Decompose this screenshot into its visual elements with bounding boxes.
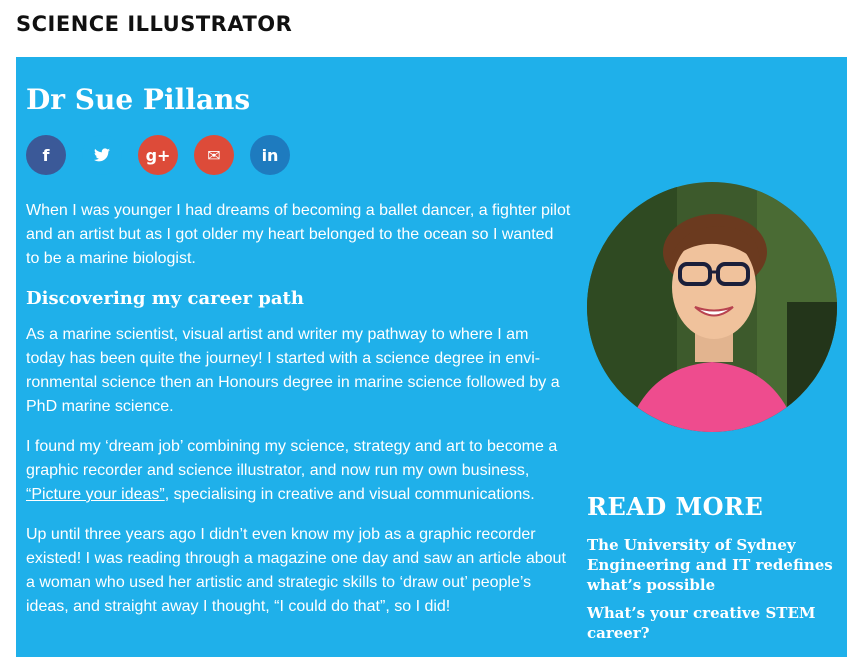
career-paragraph: As a marine scientist, visual artist and…	[26, 326, 560, 415]
linkedin-share-button[interactable]: in	[250, 135, 290, 175]
linkedin-icon: in	[261, 145, 279, 165]
page-title: SCIENCE ILLUSTRATOR	[16, 12, 293, 36]
read-more-section: READ MORE The University of Sydney Engin…	[587, 492, 842, 651]
dream-job-paragraph: I found my ‘dream job’ combining my scie…	[26, 435, 571, 507]
profile-photo	[587, 182, 837, 432]
social-share-bar: f g+ ✉ in	[26, 135, 290, 175]
profile-name: Dr Sue Pillans	[26, 83, 251, 116]
picture-your-ideas-link[interactable]: “Picture your ideas”	[26, 486, 165, 503]
section-heading: Discovering my career path	[26, 288, 304, 309]
facebook-share-button[interactable]: f	[26, 135, 66, 175]
google-plus-icon: g+	[145, 145, 171, 165]
read-more-link[interactable]: What’s your creative STEM career?	[587, 603, 842, 643]
email-icon: ✉	[207, 145, 221, 165]
intro-paragraph: When I was younger I had dreams of becom…	[26, 202, 571, 267]
profile-panel: Dr Sue Pillans f g+ ✉ in When I was youn…	[16, 57, 847, 657]
google-plus-share-button[interactable]: g+	[138, 135, 178, 175]
twitter-icon	[94, 148, 110, 162]
discovery-paragraph: Up until three years ago I didn’t even k…	[26, 526, 566, 615]
facebook-icon: f	[42, 145, 50, 165]
dream-job-text: I found my ‘dream job’ combining my scie…	[26, 438, 558, 479]
read-more-link[interactable]: The University of Sydney Engineering and…	[587, 535, 842, 595]
twitter-share-button[interactable]	[82, 135, 122, 175]
dream-job-text-end: , specialising in creative and visual co…	[164, 486, 535, 503]
read-more-heading: READ MORE	[587, 492, 764, 521]
article-body: When I was younger I had dreams of becom…	[26, 199, 571, 635]
email-share-button[interactable]: ✉	[194, 135, 234, 175]
